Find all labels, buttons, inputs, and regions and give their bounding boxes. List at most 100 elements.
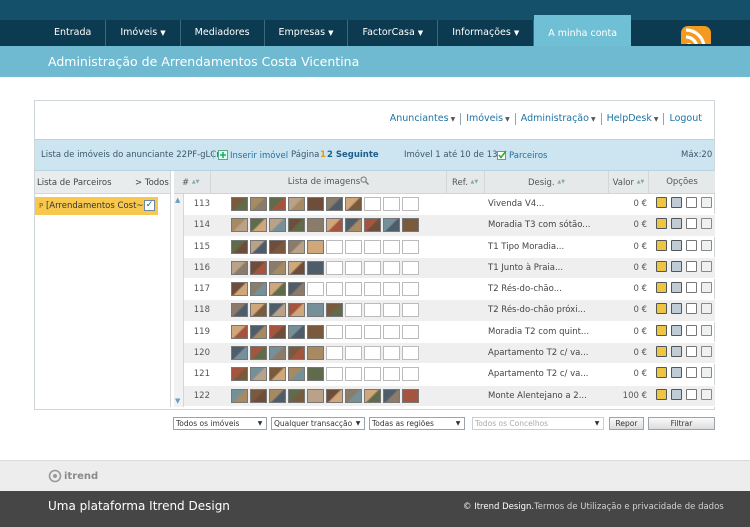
rss-icon[interactable] — [678, 20, 716, 44]
nav-item-mediadores[interactable]: Mediadores — [181, 20, 265, 46]
property-thumbnail[interactable] — [364, 218, 381, 233]
property-thumbnail[interactable] — [250, 388, 267, 403]
empty-thumbnail-slot[interactable] — [364, 282, 381, 297]
property-thumbnail[interactable] — [383, 388, 400, 403]
property-thumbnail[interactable] — [345, 388, 362, 403]
property-thumbnail[interactable] — [269, 346, 286, 361]
property-thumbnail[interactable] — [231, 239, 248, 254]
row-description[interactable]: Moradia T2 com quint... — [488, 322, 592, 343]
property-thumbnail[interactable] — [231, 324, 248, 339]
delete-icon[interactable] — [701, 324, 712, 336]
property-thumbnail[interactable] — [250, 260, 267, 275]
row-description[interactable]: Apartamento T2 c/ va... — [488, 364, 592, 385]
property-thumbnail[interactable] — [231, 260, 248, 275]
property-thumbnail[interactable] — [288, 218, 305, 233]
empty-thumbnail-slot[interactable] — [364, 324, 381, 339]
partners-link[interactable]: Parceiros — [497, 150, 547, 161]
empty-thumbnail-slot[interactable] — [345, 260, 362, 275]
empty-thumbnail-slot[interactable] — [326, 324, 343, 339]
table-row[interactable]: 118 T2 Rés-do-chão próxi... 0 € — [184, 300, 715, 322]
table-row[interactable]: 122 Monte Alentejano a 2... 100 € — [184, 385, 715, 407]
partner-all-link[interactable]: > Todos — [135, 178, 169, 188]
edit-icon[interactable] — [656, 388, 667, 400]
nav-item-my-account[interactable]: A minha conta — [534, 15, 632, 46]
empty-thumbnail-slot[interactable] — [345, 324, 362, 339]
mail-icon[interactable] — [686, 282, 697, 294]
property-thumbnail[interactable] — [288, 260, 305, 275]
footer-terms-link[interactable]: Termos de Utilização e privacidade de da… — [534, 502, 724, 512]
filter-button[interactable]: Filtrar — [648, 417, 715, 430]
mail-icon[interactable] — [686, 388, 697, 400]
menu-logout[interactable]: Logout — [664, 113, 702, 125]
property-thumbnail[interactable] — [269, 218, 286, 233]
property-thumbnail[interactable] — [307, 260, 324, 275]
row-description[interactable]: Monte Alentejano a 2... — [488, 386, 592, 407]
col-num[interactable]: # ▲▼ — [174, 171, 210, 194]
property-thumbnail[interactable] — [250, 346, 267, 361]
preview-icon[interactable] — [671, 346, 682, 358]
nav-item-empresas[interactable]: Empresas ▼ — [265, 20, 349, 46]
row-description[interactable]: T1 Tipo Moradia... — [488, 237, 592, 258]
empty-thumbnail-slot[interactable] — [383, 367, 400, 382]
empty-thumbnail-slot[interactable] — [345, 346, 362, 361]
empty-thumbnail-slot[interactable] — [402, 367, 419, 382]
edit-icon[interactable] — [656, 197, 667, 208]
col-value[interactable]: Valor ▲▼ — [608, 171, 648, 194]
partner-checkbox[interactable]: ✓ — [144, 200, 155, 211]
property-type-select[interactable]: Todos os imóveis ▼ — [173, 417, 267, 430]
table-row[interactable]: 119 Moradia T2 com quint... 0 € — [184, 322, 715, 344]
edit-icon[interactable] — [656, 367, 667, 379]
property-thumbnail[interactable] — [250, 367, 267, 382]
preview-icon[interactable] — [671, 260, 682, 272]
property-thumbnail[interactable] — [269, 303, 286, 318]
scroll-up-icon[interactable]: ▲ — [175, 196, 180, 204]
property-thumbnail[interactable] — [326, 303, 343, 318]
property-thumbnail[interactable] — [288, 282, 305, 297]
delete-icon[interactable] — [701, 260, 712, 272]
empty-thumbnail-slot[interactable] — [364, 346, 381, 361]
preview-icon[interactable] — [671, 303, 682, 315]
property-thumbnail[interactable] — [231, 197, 248, 211]
property-thumbnail[interactable] — [269, 197, 286, 211]
empty-thumbnail-slot[interactable] — [364, 260, 381, 275]
itrend-logo[interactable]: itrend — [48, 469, 98, 483]
nav-item-entrada[interactable]: Entrada — [40, 20, 107, 46]
empty-thumbnail-slot[interactable] — [326, 260, 343, 275]
row-description[interactable]: T2 Rés-do-chão... — [488, 279, 592, 300]
mail-icon[interactable] — [686, 346, 697, 358]
row-description[interactable]: T2 Rés-do-chão próxi... — [488, 300, 592, 321]
delete-icon[interactable] — [701, 388, 712, 400]
county-select[interactable]: Todos os Concelhos ▼ — [472, 417, 604, 430]
preview-icon[interactable] — [671, 239, 682, 251]
property-thumbnail[interactable] — [402, 218, 419, 233]
property-thumbnail[interactable] — [269, 260, 286, 275]
property-thumbnail[interactable] — [269, 324, 286, 339]
table-row[interactable]: 114 Moradia T3 com sótão... 0 € — [184, 215, 715, 237]
preview-icon[interactable] — [671, 218, 682, 230]
insert-property-link[interactable]: Inserir imóvel — [218, 150, 288, 161]
empty-thumbnail-slot[interactable] — [402, 324, 419, 339]
empty-thumbnail-slot[interactable] — [326, 282, 343, 297]
property-thumbnail[interactable] — [250, 218, 267, 233]
property-thumbnail[interactable] — [250, 197, 267, 211]
empty-thumbnail-slot[interactable] — [383, 303, 400, 318]
table-scrollbar[interactable]: ▲ ▼ — [174, 194, 184, 407]
empty-thumbnail-slot[interactable] — [402, 303, 419, 318]
preview-icon[interactable] — [671, 197, 682, 208]
empty-thumbnail-slot[interactable] — [345, 239, 362, 254]
edit-icon[interactable] — [656, 324, 667, 336]
property-thumbnail[interactable] — [307, 388, 324, 403]
table-row[interactable]: 113 Vivenda V4... 0 € — [184, 194, 715, 216]
property-thumbnail[interactable] — [288, 388, 305, 403]
empty-thumbnail-slot[interactable] — [383, 239, 400, 254]
property-thumbnail[interactable] — [269, 388, 286, 403]
property-thumbnail[interactable] — [345, 218, 362, 233]
region-select[interactable]: Todas as regiões ▼ — [369, 417, 465, 430]
empty-thumbnail-slot[interactable] — [364, 239, 381, 254]
empty-thumbnail-slot[interactable] — [402, 239, 419, 254]
delete-icon[interactable] — [701, 218, 712, 230]
empty-thumbnail-slot[interactable] — [364, 303, 381, 318]
menu-imoveis[interactable]: Imóveis ▼ — [461, 113, 516, 125]
nav-item-factorcasa[interactable]: FactorCasa ▼ — [348, 20, 439, 46]
mail-icon[interactable] — [686, 218, 697, 230]
